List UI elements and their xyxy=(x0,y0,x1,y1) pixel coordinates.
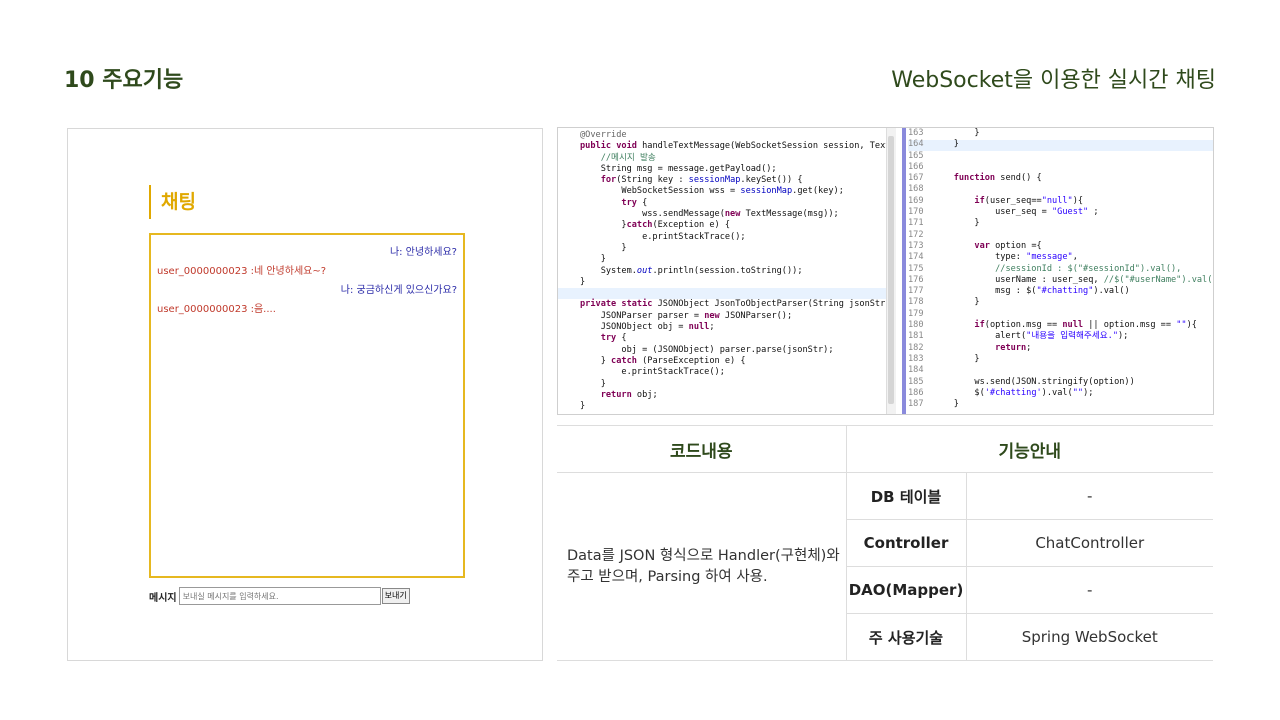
java-handler-code: @Override public void handleTextMessage(… xyxy=(580,130,886,412)
message-label: 메시지 xyxy=(149,592,177,604)
editor-marker-bar xyxy=(902,128,906,414)
header-feature-guide: 기능안내 xyxy=(845,425,1213,473)
chat-message-area: 나: 안녕하세요? user_0000000023 :네 안녕하세요~? 나: … xyxy=(149,233,465,578)
row-label-controller: Controller xyxy=(845,519,966,567)
chat-heading: 채팅 xyxy=(149,185,196,219)
editor-scroll-thumb[interactable] xyxy=(888,136,894,404)
chat-message-mine: 나: 안녕하세요? xyxy=(389,247,457,258)
row-value-dao: - xyxy=(965,566,1213,614)
header-code-content: 코드내용 xyxy=(557,425,846,473)
chat-screenshot: 채팅 나: 안녕하세요? user_0000000023 :네 안녕하세요~? … xyxy=(67,128,543,661)
row-label-dao: DAO(Mapper) xyxy=(845,566,966,614)
row-label-tech: 주 사용기술 xyxy=(845,613,966,661)
chat-message-other: user_0000000023 :음.... xyxy=(157,304,276,315)
js-send-code: } } function send() { if(user_seq=="null… xyxy=(953,128,1214,410)
message-input-row: 메시지 보내기 xyxy=(149,587,410,605)
row-value-db: - xyxy=(965,472,1213,520)
code-description: Data를 JSON 형식으로 Handler(구현체)와 주고 받으며, Pa… xyxy=(557,472,846,661)
section-title: 10 주요기능 xyxy=(64,68,184,93)
chat-message-mine: 나: 궁금하신게 있으신가요? xyxy=(340,285,457,296)
js-code-pane: 163 164 165 166 167 168 169 170 171 172 … xyxy=(908,128,1214,414)
message-input[interactable] xyxy=(178,587,381,605)
java-code-pane: @Override public void handleTextMessage(… xyxy=(558,128,886,414)
row-value-tech: Spring WebSocket xyxy=(965,613,1213,661)
send-button[interactable]: 보내기 xyxy=(381,588,410,604)
line-numbers: 163 164 165 166 167 168 169 170 171 172 … xyxy=(908,128,924,410)
row-value-controller: ChatController xyxy=(965,519,1213,567)
code-screenshot: @Override public void handleTextMessage(… xyxy=(557,127,1214,415)
row-label-db: DB 테이블 xyxy=(845,472,966,520)
feature-info-table: 코드내용 기능안내 Data를 JSON 형식으로 Handler(구현체)와 … xyxy=(557,425,1213,661)
page-subtitle: WebSocket을 이용한 실시간 채팅 xyxy=(891,68,1216,93)
chat-message-other: user_0000000023 :네 안녕하세요~? xyxy=(157,266,327,277)
